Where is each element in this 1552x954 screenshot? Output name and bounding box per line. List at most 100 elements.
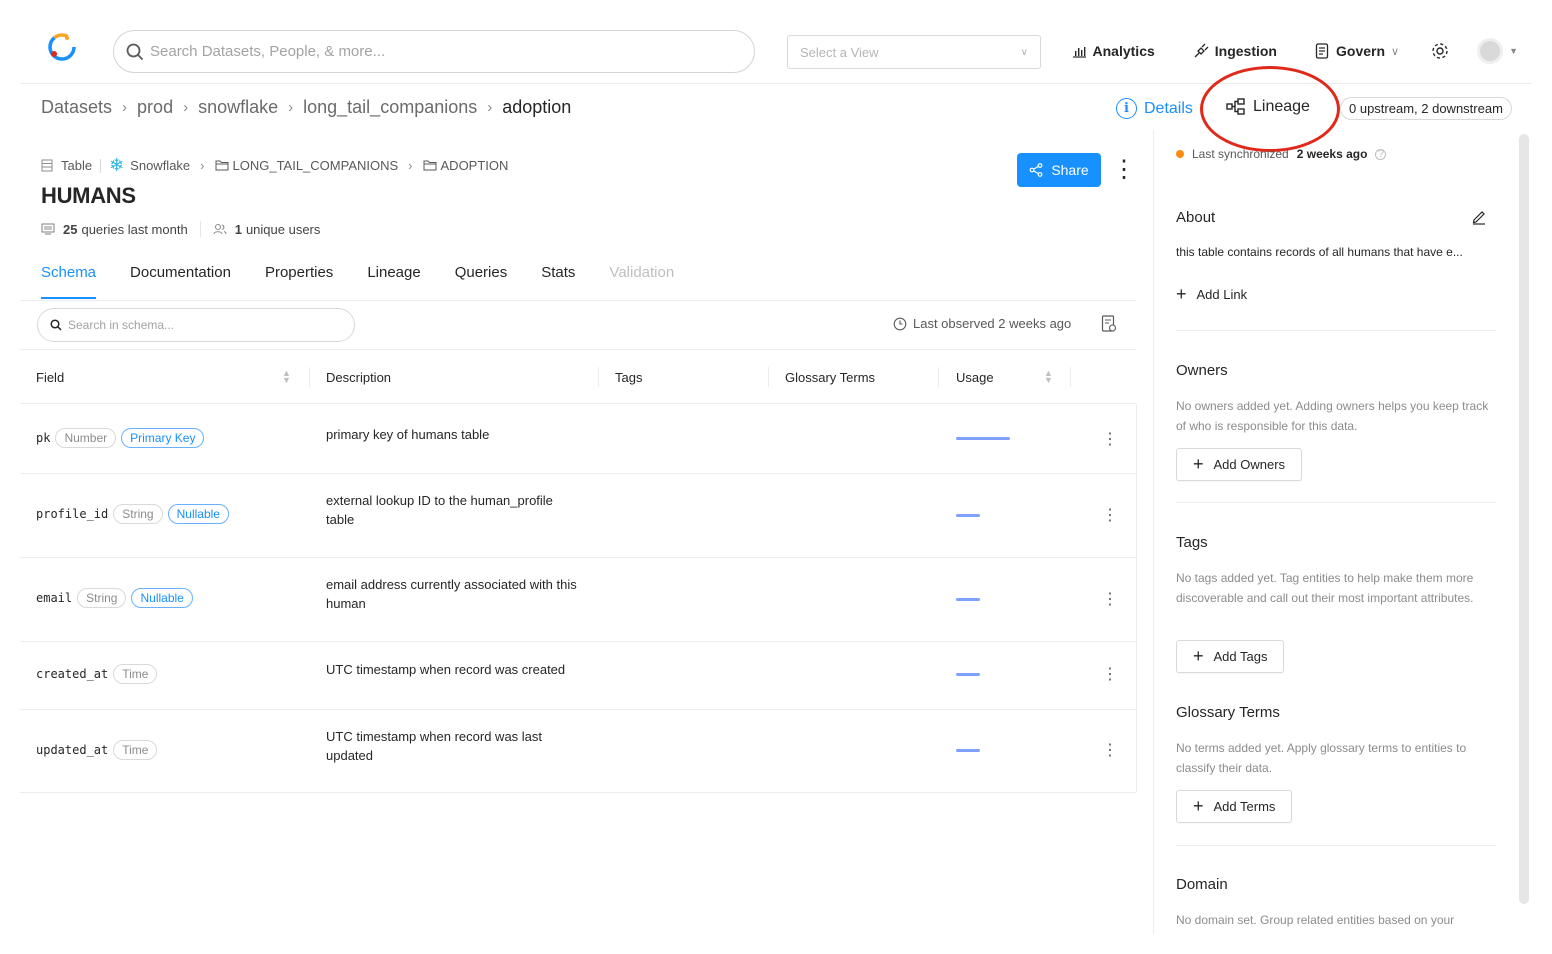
table-row[interactable]: created_at Time UTC timestamp when recor… (20, 642, 1136, 710)
type-pill: Number (55, 428, 117, 448)
tab-stats[interactable]: Stats (541, 264, 575, 299)
more-options-icon[interactable]: ⋮ (1102, 508, 1118, 524)
sync-time: 2 weeks ago (1296, 147, 1368, 161)
key-pill: Primary Key (121, 428, 205, 448)
add-link-button[interactable]: + Add Link (1176, 284, 1496, 305)
tab-lineage[interactable]: Lineage (367, 264, 420, 299)
lineage-button[interactable]: Lineage (1226, 98, 1310, 116)
tab-schema[interactable]: Schema (41, 264, 97, 299)
nav-govern[interactable]: Govern ∨ (1315, 43, 1399, 59)
clock-icon (893, 317, 907, 330)
sort-icon[interactable]: ▲ ▼ (1044, 369, 1053, 385)
share-button[interactable]: Share (1017, 153, 1101, 187)
more-options-icon[interactable]: ⋮ (1112, 156, 1136, 184)
field-cell: profile_id String Nullable (36, 504, 229, 524)
schema-history-icon[interactable] (1101, 315, 1117, 333)
datahub-logo-icon[interactable] (40, 28, 80, 68)
plus-icon: + (1176, 284, 1187, 304)
schema-search-input[interactable]: Search in schema... (37, 308, 355, 342)
entity-type: Table (61, 158, 93, 173)
queries-count: 25 (63, 221, 78, 237)
divider (20, 300, 1136, 301)
field-cell: pk Number Primary Key (36, 428, 205, 448)
table-row[interactable]: email String Nullable email address curr… (20, 558, 1136, 642)
sync-status: Last synchronized 2 weeks ago ? (1176, 147, 1496, 161)
help-icon: ? (1375, 148, 1387, 160)
entity-schema[interactable]: ADOPTION (441, 158, 509, 173)
nav-ingestion-label: Ingestion (1214, 43, 1277, 59)
gear-icon[interactable] (1431, 42, 1449, 60)
field-name: updated_at (36, 743, 109, 757)
entity-container[interactable]: LONG_TAIL_COMPANIONS (233, 158, 399, 173)
monitor-icon (41, 223, 55, 235)
view-select[interactable]: Select a View ∨ (787, 35, 1041, 69)
global-search-input[interactable]: Search Datasets, People, & more... (113, 30, 755, 73)
entity-platform[interactable]: Snowflake (130, 158, 190, 173)
queries-label: queries last month (81, 221, 188, 237)
table-row[interactable]: updated_at Time UTC timestamp when recor… (20, 710, 1136, 793)
column-header-field[interactable]: Field ▲ ▼ (20, 350, 310, 404)
nav-analytics-label: Analytics (1092, 43, 1155, 59)
usage-bar (956, 437, 1010, 440)
nullable-pill: Nullable (167, 504, 229, 524)
tab-documentation[interactable]: Documentation (130, 264, 231, 299)
breadcrumb-item[interactable]: Datasets (41, 97, 112, 118)
table-row[interactable]: pk Number Primary Key primary key of hum… (20, 405, 1136, 474)
info-icon: i (1116, 98, 1137, 119)
more-options-icon[interactable]: ⋮ (1102, 743, 1118, 759)
edit-icon[interactable] (1471, 209, 1487, 225)
field-name: pk (36, 431, 51, 445)
snowflake-icon: ❄ (109, 155, 125, 175)
field-name: email (36, 591, 73, 605)
avatar (1477, 38, 1504, 64)
divider (1070, 367, 1071, 387)
chevron-down-icon: ∨ (1391, 45, 1400, 58)
nav-analytics[interactable]: Analytics (1072, 43, 1155, 59)
field-description[interactable]: UTC timestamp when record was last updat… (326, 727, 581, 765)
field-name: profile_id (36, 507, 109, 521)
user-menu[interactable]: ▼ (1477, 38, 1518, 64)
breadcrumb-item[interactable]: prod (137, 97, 173, 118)
table-row[interactable]: profile_id String Nullable external look… (20, 474, 1136, 558)
more-options-icon[interactable]: ⋮ (1102, 432, 1118, 448)
nav-ingestion[interactable]: Ingestion (1193, 43, 1277, 59)
chevron-right-icon: › (122, 99, 128, 116)
sidebar-scrollbar[interactable] (1519, 134, 1529, 904)
entity-stats: 25 queries last month 1 unique users (41, 221, 320, 237)
add-owners-button[interactable]: + Add Owners (1176, 448, 1303, 481)
folder-icon (215, 160, 228, 171)
schema-search-placeholder: Search in schema... (68, 318, 175, 332)
view-select-placeholder: Select a View (800, 44, 879, 60)
usage-bar (956, 673, 980, 676)
caret-down-icon: ▼ (1509, 46, 1518, 56)
field-description[interactable]: external lookup ID to the human_profile … (326, 491, 581, 529)
breadcrumb-item[interactable]: long_tail_companions (303, 97, 477, 118)
tab-properties[interactable]: Properties (265, 264, 333, 299)
column-header-glossary: Glossary Terms (769, 350, 939, 404)
field-description[interactable]: UTC timestamp when record was created (326, 660, 581, 679)
tags-text: No tags added yet. Tag entities to help … (1176, 571, 1474, 605)
add-terms-button[interactable]: + Add Terms (1176, 790, 1293, 823)
sort-icon[interactable]: ▲ ▼ (282, 369, 291, 385)
add-tags-button[interactable]: + Add Tags (1176, 640, 1285, 673)
more-options-icon[interactable]: ⋮ (1102, 667, 1118, 683)
field-description[interactable]: primary key of humans table (326, 425, 581, 444)
more-options-icon[interactable]: ⋮ (1102, 592, 1118, 608)
top-navigation: Search Datasets, People, & more... Selec… (20, 24, 1532, 84)
users-icon (213, 223, 227, 235)
last-observed: Last observed 2 weeks ago (893, 316, 1071, 331)
nullable-pill: Nullable (131, 588, 193, 608)
column-header-label: Usage (956, 369, 994, 385)
column-header-usage[interactable]: Usage ▲ ▼ (939, 350, 1071, 404)
field-cell: created_at Time (36, 664, 158, 684)
field-description[interactable]: email address currently associated with … (326, 575, 581, 613)
divider (1136, 404, 1137, 792)
tab-validation: Validation (609, 264, 675, 281)
owners-title: Owners (1176, 362, 1228, 379)
details-button[interactable]: i Details (1116, 98, 1193, 119)
add-link-label: Add Link (1196, 287, 1248, 302)
chevron-right-icon: › (408, 158, 413, 173)
tab-queries[interactable]: Queries (455, 264, 508, 299)
breadcrumb-item[interactable]: snowflake (198, 97, 278, 118)
chevron-right-icon: › (183, 99, 189, 116)
